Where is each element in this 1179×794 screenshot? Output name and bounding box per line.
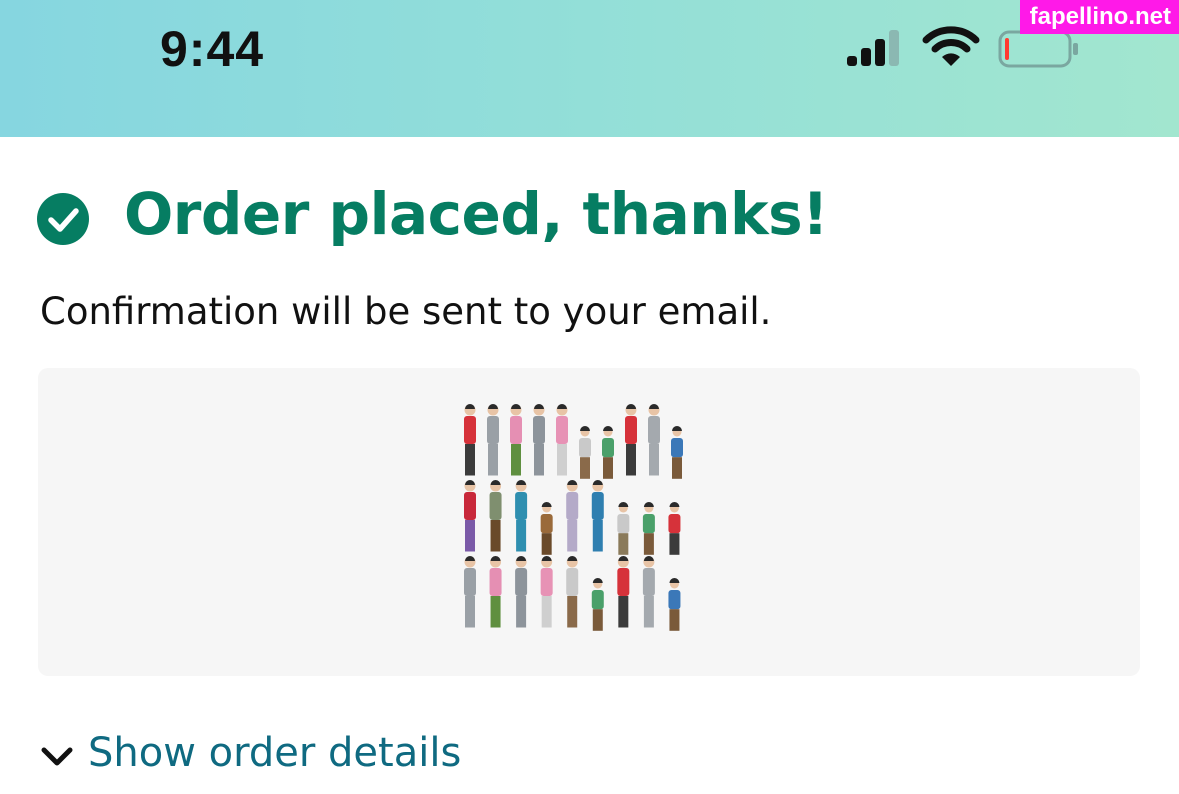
figurine-legs [643, 533, 654, 555]
figurine-legs [490, 596, 501, 628]
product-figurines-image[interactable] [450, 396, 700, 636]
figurine-hair [465, 556, 475, 561]
figurine-hair [567, 556, 578, 561]
check-circle-icon [37, 193, 89, 245]
figurine-body [617, 514, 630, 534]
figurine-body [648, 416, 660, 444]
figurine-legs [557, 444, 567, 476]
show-order-details-link[interactable]: Show order details [88, 730, 461, 776]
figurine-body [464, 416, 476, 444]
figurine-body [556, 416, 568, 444]
figurine-hair [669, 578, 680, 583]
figurine-hair [557, 404, 567, 409]
watermark-badge: fapellino.net [1019, 0, 1179, 34]
figurine-legs [488, 444, 498, 476]
figurine-body [515, 492, 528, 520]
figurine-body [642, 514, 655, 534]
figurine-legs [603, 457, 613, 479]
figurine-body [591, 492, 604, 520]
wifi-icon [922, 26, 980, 66]
chevron-down-icon[interactable] [40, 744, 74, 770]
figurine-hair [541, 556, 552, 561]
figurine-body [487, 416, 499, 444]
figurine-legs [580, 457, 590, 479]
figurine-hair [618, 502, 629, 507]
figurine-hair [567, 480, 578, 485]
confirmation-message: Confirmation will be sent to your email. [40, 290, 772, 333]
figurine-legs [672, 457, 682, 479]
figurine-hair [490, 480, 501, 485]
figurine-hair [465, 480, 475, 485]
figurine-body [668, 514, 681, 534]
figurine-legs [592, 609, 603, 631]
figurine-hair [643, 556, 654, 561]
figurine-body [671, 438, 683, 458]
signal-icon [847, 30, 899, 66]
figurine-hair [669, 502, 680, 507]
figurine-body [668, 590, 681, 610]
figurine-legs [618, 596, 629, 628]
figurine-body [540, 568, 553, 596]
figurine-body [579, 438, 591, 458]
figurine-hair [541, 502, 552, 507]
figurine-body [515, 568, 528, 596]
figurine-body [464, 568, 476, 596]
page-title: Order placed, thanks! [124, 180, 829, 248]
figurine-legs [669, 609, 680, 631]
figurine-legs [534, 444, 544, 476]
figurine-legs [465, 596, 475, 628]
figurine-legs [541, 596, 552, 628]
figurine-body [642, 568, 655, 596]
figurine-body [510, 416, 522, 444]
figurine-body [591, 590, 604, 610]
figurine-hair [534, 404, 544, 409]
figurine-hair [618, 556, 629, 561]
figurine-hair [603, 426, 613, 431]
figurine-hair [516, 556, 527, 561]
figurine-legs [541, 533, 552, 555]
figurine-legs [649, 444, 659, 476]
figurine-legs [669, 533, 680, 555]
figurine-legs [465, 520, 475, 552]
figurine-legs [643, 596, 654, 628]
figurine-hair [592, 578, 603, 583]
figurine-body [566, 492, 579, 520]
figurine-body [533, 416, 545, 444]
figurine-body [625, 416, 637, 444]
figurine-legs [567, 596, 578, 628]
figurine-hair [488, 404, 498, 409]
figurine-legs [516, 520, 527, 552]
figurine-body [617, 568, 630, 596]
figurine-hair [580, 426, 590, 431]
battery-icon [998, 30, 1078, 68]
figurine-legs [567, 520, 578, 552]
figurine-body [464, 492, 476, 520]
figurine-legs [511, 444, 521, 476]
figurine-legs [490, 520, 501, 552]
status-time: 9:44 [160, 21, 265, 77]
figurine-hair [511, 404, 521, 409]
figurine-hair [649, 404, 659, 409]
figurine-hair [672, 426, 682, 431]
status-bar: 9:44 fapellino.net [0, 0, 1179, 137]
figurine-body [540, 514, 553, 534]
product-card[interactable] [38, 368, 1140, 676]
figurine-hair [592, 480, 603, 485]
figurine-hair [490, 556, 501, 561]
figurine-hair [516, 480, 527, 485]
figurine-hair [626, 404, 636, 409]
figurine-hair [465, 404, 475, 409]
figurine-body [489, 492, 502, 520]
figurine-legs [465, 444, 475, 476]
figurine-body [489, 568, 502, 596]
figurine-body [566, 568, 579, 596]
figurine-body [602, 438, 614, 458]
figurine-legs [592, 520, 603, 552]
figurine-legs [626, 444, 636, 476]
figurine-hair [643, 502, 654, 507]
figurine-legs [516, 596, 527, 628]
figurine-legs [618, 533, 629, 555]
